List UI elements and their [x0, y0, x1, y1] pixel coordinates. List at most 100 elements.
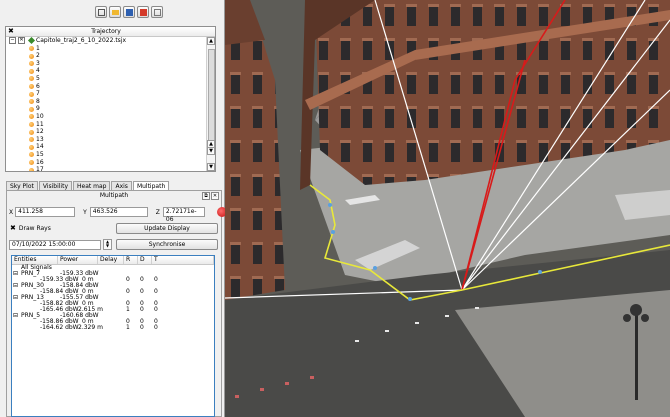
- point-icon: [29, 160, 34, 165]
- point-icon: [29, 91, 34, 97]
- draw-rays-row: ✖ Draw Rays Update Display: [10, 222, 218, 234]
- trajectory-point-label: 13: [36, 135, 44, 143]
- datetime-spinner[interactable]: ▲ ▼: [103, 239, 112, 250]
- trajectory-header: ✖ Trajectory: [6, 27, 215, 37]
- save-button[interactable]: [123, 6, 135, 18]
- open-folder-icon: [111, 9, 119, 15]
- settings-button[interactable]: [151, 6, 163, 18]
- close-panel-button[interactable]: ✕: [211, 192, 219, 200]
- trajectory-panel: ✖ Trajectory − ✕ Capitole_traj2_6_10_2022.…: [5, 26, 216, 172]
- trajectory-point-label: 17: [36, 166, 44, 171]
- column-header[interactable]: R: [124, 256, 138, 264]
- trajectory-point-label: 16: [36, 158, 44, 166]
- trajectory-icon: [27, 37, 36, 45]
- point-icon: [29, 106, 34, 112]
- scroll-page-down-button[interactable]: ▼: [207, 147, 215, 155]
- update-display-button[interactable]: Update Display: [116, 222, 218, 234]
- trajectory-file-node[interactable]: − ✕ Capitole_traj2_6_10_2022.tsjx: [6, 37, 206, 45]
- left-panel: ✖ Trajectory − ✕ Capitole_traj2_6_10_2022.…: [0, 0, 227, 417]
- trajectory-point-item[interactable]: 15: [6, 151, 206, 159]
- trajectory-point-label: 6: [36, 82, 40, 90]
- column-header[interactable]: D: [138, 256, 152, 264]
- scroll-up-button[interactable]: ▲: [207, 37, 215, 45]
- point-icon: [29, 76, 34, 82]
- trajectory-point-label: 3: [36, 59, 40, 67]
- main-toolbar: [95, 6, 163, 20]
- trajectory-point-label: 4: [36, 67, 40, 75]
- trajectory-point-label: 7: [36, 90, 40, 98]
- trajectory-point-label: 1: [36, 44, 40, 52]
- crosswalk-3: [615, 190, 670, 220]
- column-header[interactable]: Entities: [12, 256, 58, 264]
- 3d-viewport[interactable]: [225, 0, 670, 417]
- trajectory-tree[interactable]: − ✕ Capitole_traj2_6_10_2022.tsjx 12345678…: [6, 37, 206, 171]
- y-input[interactable]: 463.526: [89, 207, 148, 217]
- point-icon: [29, 167, 34, 171]
- point-icon: [29, 122, 34, 128]
- open-button[interactable]: [109, 6, 121, 18]
- trajectory-point-label: 5: [36, 74, 40, 82]
- column-header[interactable]: Delay: [98, 256, 124, 264]
- trajectory-point-item[interactable]: 2: [6, 52, 206, 60]
- city-scene: [225, 0, 670, 417]
- trajectory-point-label: 15: [36, 150, 44, 158]
- trajectory-scrollbar[interactable]: ▲ ▲ ▼ ▼: [206, 37, 215, 171]
- x-input[interactable]: 411.258: [15, 207, 76, 217]
- time-row: 07/10/2022 15:00:00 ▲ ▼ Synchronise: [9, 239, 218, 250]
- trajectory-point-label: 8: [36, 97, 40, 105]
- trajectory-point-item[interactable]: 11: [6, 121, 206, 129]
- scroll-thumb[interactable]: [208, 49, 215, 143]
- trajectory-point-item[interactable]: 8: [6, 98, 206, 106]
- trajectory-point-item[interactable]: 12: [6, 128, 206, 136]
- trajectory-file-label: Capitole_traj2_6_10_2022.tsjx: [36, 37, 127, 44]
- float-button[interactable]: ⧉: [202, 192, 210, 200]
- visibility-checkbox[interactable]: ✕: [18, 37, 25, 44]
- scroll-down-button[interactable]: ▼: [207, 163, 215, 171]
- trajectory-point-label: 11: [36, 120, 44, 128]
- multipath-window-buttons: ⧉ ✕: [202, 192, 219, 200]
- coordinates-row: X 411.258 Y 463.526 Z 2.72171e-06: [9, 207, 227, 223]
- settings-icon: [153, 8, 161, 16]
- multipath-title: Multipath: [99, 192, 129, 199]
- signals-table[interactable]: Entities Power Delay R D T All Signals PRN_7 -1…: [11, 255, 215, 417]
- trajectory-point-item[interactable]: 4: [6, 67, 206, 75]
- column-header[interactable]: Power: [58, 256, 98, 264]
- trajectory-point-label: 12: [36, 128, 44, 136]
- table-cell: 0: [154, 324, 158, 331]
- trajectory-point-item[interactable]: 3: [6, 60, 206, 68]
- trajectory-point-item[interactable]: 1: [6, 45, 206, 53]
- trajectory-point-label: 10: [36, 112, 44, 120]
- datetime-input[interactable]: 07/10/2022 15:00:00: [9, 239, 101, 250]
- point-icon: [29, 137, 34, 143]
- trajectory-point-label: 2: [36, 52, 40, 60]
- delete-button[interactable]: [137, 6, 149, 18]
- x-label: X: [9, 208, 14, 216]
- trajectory-point-item[interactable]: 6: [6, 83, 206, 91]
- collapse-toggle-icon[interactable]: −: [9, 37, 16, 44]
- trajectory-point-label: 14: [36, 143, 44, 151]
- trajectory-point-item[interactable]: 14: [6, 143, 206, 151]
- close-red-icon: [139, 8, 147, 16]
- trajectory-point-item[interactable]: 10: [6, 113, 206, 121]
- trajectory-point-item[interactable]: 5: [6, 75, 206, 83]
- trajectory-point-item[interactable]: 9: [6, 105, 206, 113]
- trajectory-point-item[interactable]: 7: [6, 90, 206, 98]
- save-icon: [125, 8, 133, 16]
- point-icon: [29, 152, 34, 158]
- point-icon: [29, 68, 34, 74]
- trajectory-point-item[interactable]: 17: [6, 166, 206, 171]
- trajectory-point-item[interactable]: 16: [6, 159, 206, 167]
- export-button[interactable]: [95, 6, 107, 18]
- point-icon: [29, 46, 34, 52]
- synchronise-button[interactable]: Synchronise: [116, 239, 218, 250]
- export-icon: [97, 8, 105, 16]
- point-icon: [29, 84, 34, 90]
- z-input[interactable]: 2.72171e-06: [162, 207, 205, 223]
- point-icon: [29, 144, 34, 150]
- column-header[interactable]: T: [152, 256, 214, 264]
- point-icon: [29, 114, 34, 120]
- table-row[interactable]: -164.62 dbW 2.329 m 1 0 0: [12, 325, 214, 331]
- trajectory-point-item[interactable]: 13: [6, 136, 206, 144]
- draw-rays-checkbox[interactable]: ✖: [10, 224, 16, 232]
- point-icon: [29, 99, 34, 105]
